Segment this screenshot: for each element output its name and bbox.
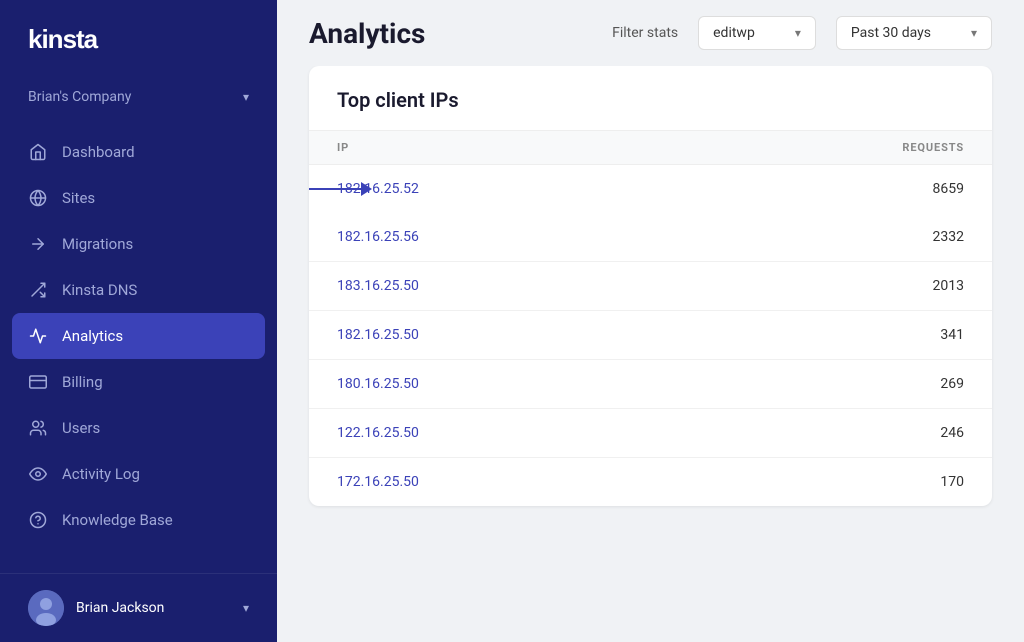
sidebar-item-label-users: Users — [62, 419, 100, 437]
filter-value: editwp — [713, 25, 755, 41]
main-content: Analytics Filter stats editwp ▾ Past 30 … — [277, 0, 1024, 642]
logo-area: kinsta — [0, 0, 277, 81]
request-count-5: 269 — [940, 376, 964, 392]
column-header-requests: REQUESTS — [902, 141, 964, 154]
table-row: 183.16.25.50 2013 — [309, 262, 992, 311]
sidebar-item-label-dashboard: Dashboard — [62, 143, 135, 161]
sidebar-item-analytics[interactable]: Analytics — [12, 313, 265, 359]
company-chevron-icon: ▾ — [243, 90, 249, 104]
table-row: 122.16.25.50 246 — [309, 409, 992, 458]
avatar — [28, 590, 64, 626]
filter-stats-label: Filter stats — [612, 25, 678, 41]
user-name: Brian Jackson — [76, 600, 164, 616]
filter-chevron-icon: ▾ — [795, 26, 801, 40]
ip-address-6[interactable]: 122.16.25.50 — [337, 425, 419, 441]
user-chevron-icon: ▾ — [243, 601, 249, 615]
ip-address-4[interactable]: 182.16.25.50 — [337, 327, 419, 343]
filter-stats-dropdown[interactable]: editwp ▾ — [698, 16, 816, 50]
ip-address-5[interactable]: 180.16.25.50 — [337, 376, 419, 392]
user-menu[interactable]: Brian Jackson ▾ — [0, 573, 277, 642]
sidebar-item-label-analytics: Analytics — [62, 327, 123, 345]
table-row: 172.16.25.50 170 — [309, 458, 992, 506]
sidebar-item-billing[interactable]: Billing — [0, 359, 277, 405]
card-title: Top client IPs — [309, 66, 992, 131]
request-count-6: 246 — [940, 425, 964, 441]
ip-address-7[interactable]: 172.16.25.50 — [337, 474, 419, 490]
sidebar-item-activity-log[interactable]: Activity Log — [0, 451, 277, 497]
sidebar-item-migrations[interactable]: Migrations — [0, 221, 277, 267]
table-row: 182.16.25.56 2332 — [309, 213, 992, 262]
sidebar-item-dashboard[interactable]: Dashboard — [0, 129, 277, 175]
arrow-line — [309, 188, 362, 191]
arrow-indicator — [309, 182, 372, 196]
sidebar-item-sites[interactable]: Sites — [0, 175, 277, 221]
users-icon — [28, 418, 48, 438]
logo: kinsta — [28, 24, 249, 61]
billing-icon — [28, 372, 48, 392]
date-range-chevron-icon: ▾ — [971, 26, 977, 40]
dns-icon — [28, 280, 48, 300]
company-selector[interactable]: Brian's Company ▾ — [0, 81, 277, 121]
request-count-1: 8659 — [933, 181, 964, 197]
analytics-icon — [28, 326, 48, 346]
top-client-ips-card: Top client IPs IP REQUESTS 182.16.25.52 … — [309, 66, 992, 506]
request-count-3: 2013 — [933, 278, 964, 294]
table-row: 182.16.25.50 341 — [309, 311, 992, 360]
request-count-7: 170 — [940, 474, 964, 490]
sidebar-item-kinsta-dns[interactable]: Kinsta DNS — [0, 267, 277, 313]
table-row-wrapper-1: 182.16.25.52 8659 — [309, 165, 992, 213]
table-row: 182.16.25.52 8659 — [309, 165, 992, 213]
sidebar-item-label-billing: Billing — [62, 373, 103, 391]
globe-icon — [28, 188, 48, 208]
request-count-2: 2332 — [933, 229, 964, 245]
help-icon — [28, 510, 48, 530]
ip-address-3[interactable]: 183.16.25.50 — [337, 278, 419, 294]
company-name: Brian's Company — [28, 89, 131, 105]
column-header-ip: IP — [337, 141, 349, 154]
eye-icon — [28, 464, 48, 484]
table-row: 180.16.25.50 269 — [309, 360, 992, 409]
svg-text:kinsta: kinsta — [28, 24, 99, 54]
table-header: IP REQUESTS — [309, 131, 992, 165]
home-icon — [28, 142, 48, 162]
sidebar-item-label-knowledge-base: Knowledge Base — [62, 511, 173, 529]
sidebar-item-label-kinsta-dns: Kinsta DNS — [62, 281, 137, 299]
sidebar-item-knowledge-base[interactable]: Knowledge Base — [0, 497, 277, 543]
date-range-value: Past 30 days — [851, 25, 931, 41]
arrow-head-icon — [361, 182, 372, 196]
user-info: Brian Jackson — [28, 590, 164, 626]
sidebar-nav: Dashboard Sites Migrations — [0, 121, 277, 573]
sidebar-item-users[interactable]: Users — [0, 405, 277, 451]
date-range-dropdown[interactable]: Past 30 days ▾ — [836, 16, 992, 50]
sidebar: kinsta Brian's Company ▾ Dashboard Sites — [0, 0, 277, 642]
sidebar-item-label-sites: Sites — [62, 189, 95, 207]
content-area: Top client IPs IP REQUESTS 182.16.25.52 … — [277, 66, 1024, 642]
migrations-icon — [28, 234, 48, 254]
page-header: Analytics Filter stats editwp ▾ Past 30 … — [277, 0, 1024, 66]
sidebar-item-label-activity-log: Activity Log — [62, 465, 140, 483]
ip-address-2[interactable]: 182.16.25.56 — [337, 229, 419, 245]
page-title: Analytics — [309, 17, 425, 50]
sidebar-item-label-migrations: Migrations — [62, 235, 133, 253]
request-count-4: 341 — [940, 327, 964, 343]
